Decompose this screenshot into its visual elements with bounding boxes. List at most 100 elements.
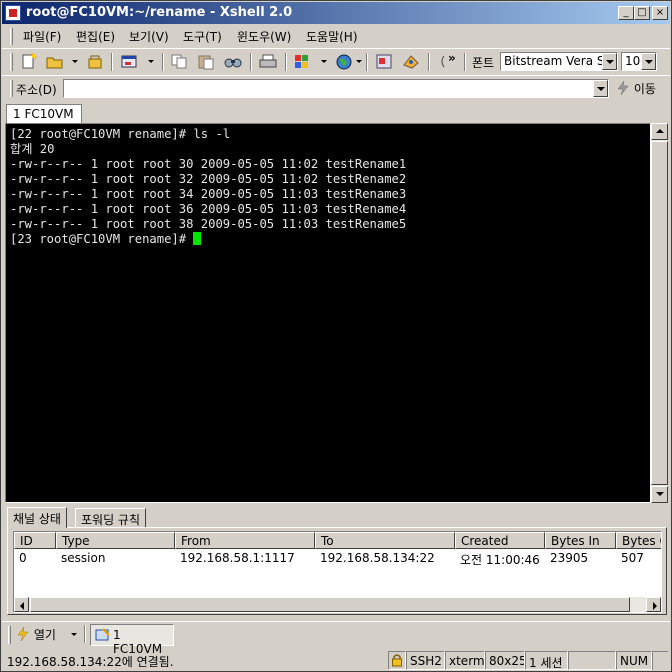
xshell-app-icon[interactable] [5,5,21,21]
reconnect-icon[interactable] [86,53,104,70]
menu-window[interactable]: 윈도우(W) [237,28,291,45]
terminal-screen[interactable]: [22 root@FC10VM rename]# ls -l 합계 20 -rw-r… [5,123,651,503]
status-terminal-type: xterm [445,651,485,670]
column-header-id[interactable]: ID [14,532,56,549]
chevron-down-icon[interactable] [602,53,617,70]
title-bar[interactable]: root@FC10VM:~/rename - Xshell 2.0 _ □ × [2,2,670,24]
menu-help[interactable]: 도움말(H) [306,28,358,45]
column-header-created[interactable]: Created [455,532,545,549]
chevron-down-icon[interactable] [641,53,656,70]
lightning-icon [617,80,629,96]
addressbar-grip[interactable] [10,80,13,97]
menu-file[interactable]: 파일(F) [23,28,61,45]
scrollbar-thumb[interactable] [651,141,668,485]
new-session-icon[interactable] [20,53,38,70]
open-folder-icon[interactable] [46,53,64,70]
menu-bar: 파일(F) 편집(E) 보기(V) 도구(T) 윈도우(W) 도움말(H) [2,25,670,47]
script-icon[interactable] [375,53,393,70]
cell-from: 192.168.58.1:1117 [180,551,295,565]
column-header-bytes-in[interactable]: Bytes In [545,532,616,549]
menu-view[interactable]: 보기(V) [129,28,169,45]
status-bar: 192.168.58.134:22에 연결됨. SSH2 xterm 80x25… [2,649,670,671]
arrow-right-icon [653,602,657,610]
toolbar-separator [162,53,164,71]
find-icon[interactable] [224,53,242,70]
keys-icon[interactable] [402,53,420,70]
go-button[interactable]: 이동 [616,80,656,97]
globe-dropdown-icon[interactable] [356,60,362,63]
menu-edit[interactable]: 편집(E) [76,28,115,45]
scroll-up-button[interactable] [651,123,668,140]
menubar-grip[interactable] [10,28,13,45]
toolbar-grip[interactable] [10,53,13,71]
paste-icon[interactable] [197,53,215,70]
properties-dropdown-icon[interactable] [148,60,154,63]
tab-fc10vm[interactable]: 1 FC10VM [6,104,82,123]
open-label: 열기 [33,628,56,642]
column-header-type[interactable]: Type [56,532,175,549]
toolbar-more-icon[interactable] [438,53,446,70]
taskbar-grip[interactable] [8,626,11,644]
resize-grip[interactable] [652,651,668,670]
menu-tools[interactable]: 도구(T) [183,28,222,45]
font-size-select[interactable]: 10 [621,52,657,71]
copy-icon[interactable] [170,53,188,70]
scroll-down-button[interactable] [651,486,668,503]
layout-icon[interactable] [293,53,311,70]
toolbar-separator [464,53,466,71]
font-family-value: Bitstream Vera S [504,54,605,68]
globe-icon[interactable] [335,53,353,70]
column-header-from[interactable]: From [175,532,315,549]
chevron-down-icon[interactable] [593,80,608,97]
print-icon[interactable] [259,53,277,70]
cell-created: 오전 11:00:46 [460,553,540,567]
cell-bytes-out: 507 [621,551,644,565]
column-header-to[interactable]: To [315,532,455,549]
toolbar-separator [111,53,113,71]
properties-icon[interactable] [120,53,138,70]
open-button[interactable]: 열기 [16,626,56,643]
list-horizontal-scrollbar[interactable] [14,597,661,612]
scroll-right-button[interactable] [646,597,661,612]
close-button[interactable]: × [652,6,668,20]
maximize-button[interactable]: □ [634,6,650,20]
scrollbar-thumb[interactable] [30,597,630,612]
layout-dropdown-icon[interactable] [321,60,327,63]
scroll-left-button[interactable] [14,597,29,612]
minimize-button[interactable]: _ [618,6,634,20]
channel-panel: ID Type From To Created Bytes In Bytes O… [7,527,667,615]
font-family-select[interactable]: Bitstream Vera S [500,52,618,71]
arrow-up-icon [656,129,664,133]
font-label: 폰트 [472,56,495,70]
xshell-window: root@FC10VM:~/rename - Xshell 2.0 _ □ × … [0,0,672,672]
cell-bytes-in: 23905 [550,551,589,565]
column-header-bytes-out[interactable]: Bytes Out [616,532,661,549]
terminal-line: [22 root@FC10VM rename]# ls -l [10,127,231,141]
tab-forwarding-rules[interactable]: 포워딩 규칙 [75,508,147,528]
taskbar-session-button[interactable]: 1 FC10VM [90,624,174,656]
cell-id: 0 [19,551,27,565]
status-protocol: SSH2 [406,651,445,670]
terminal-scrollbar[interactable] [651,123,668,503]
address-input[interactable] [63,79,609,98]
lock-icon [388,651,406,670]
terminal-line: -rw-r--r-- 1 root root 30 2009-05-05 11:… [10,157,407,171]
taskbar-separator [84,625,86,643]
status-numlock: NUM [616,651,652,670]
terminal-output: [22 root@FC10VM rename]# ls -l 합계 20 -rw-r… [10,127,406,247]
terminal-line: -rw-r--r-- 1 root root 36 2009-05-05 11:… [10,202,407,216]
open-dropdown-icon[interactable] [71,633,77,636]
toolbar-separator [285,53,287,71]
address-label: 주소(D) [16,83,57,97]
status-blank [568,651,616,670]
tab-channel-status[interactable]: 채널 상태 [7,507,67,528]
cell-to: 192.168.58.134:22 [320,551,435,565]
toolbar-overflow-button[interactable]: » [448,51,456,65]
terminal-prompt: [23 root@FC10VM rename]# [10,232,194,246]
terminal-cursor [193,232,202,245]
arrow-down-icon [656,492,664,496]
open-dropdown-icon[interactable] [72,60,78,63]
terminal-line: 합계 20 [10,142,55,156]
channel-list[interactable]: ID Type From To Created Bytes In Bytes O… [13,531,662,613]
cell-type: session [61,551,106,565]
